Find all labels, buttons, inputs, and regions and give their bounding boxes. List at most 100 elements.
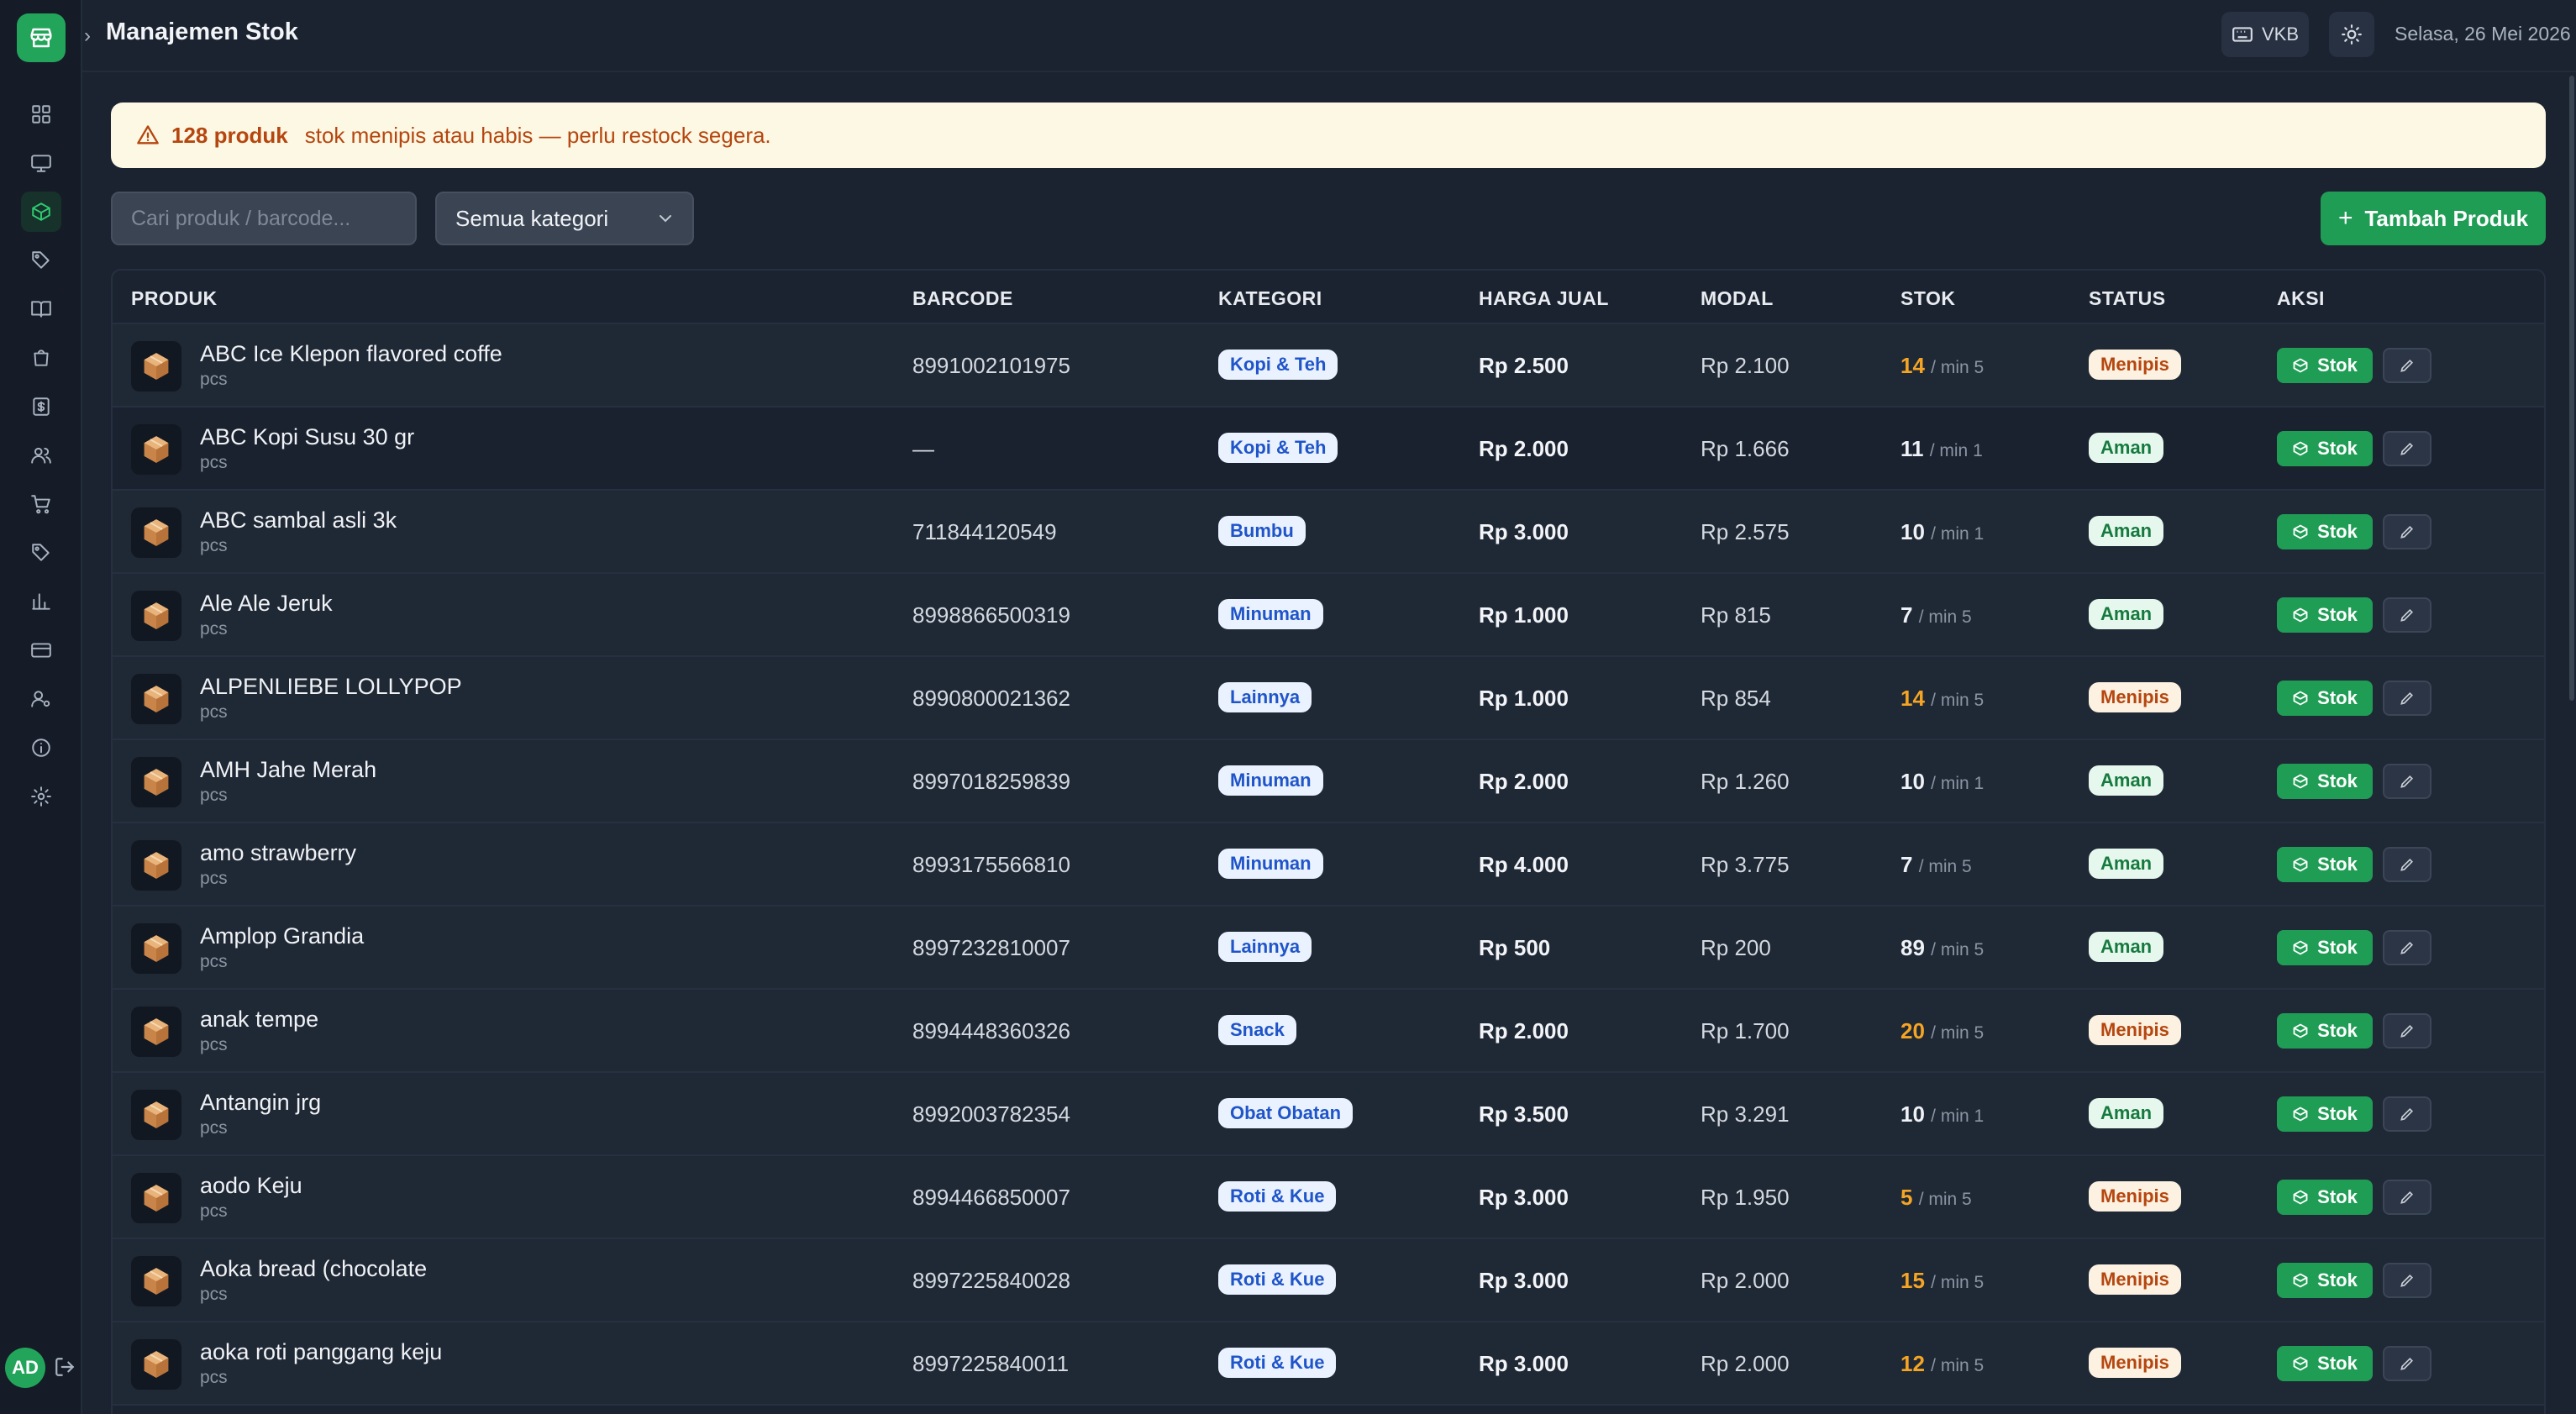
sidebar-item-chart[interactable] [21, 581, 61, 622]
sidebar-item-dashboard[interactable] [21, 94, 61, 134]
virtual-keyboard-button[interactable]: VKB [2221, 12, 2309, 57]
stock-button[interactable]: Stok [2277, 1263, 2373, 1298]
box-icon [2293, 774, 2308, 789]
package-icon [144, 602, 169, 629]
edit-button[interactable] [2383, 1346, 2431, 1381]
sidebar-item-user-settings[interactable] [21, 679, 61, 719]
store-logo-icon[interactable] [17, 13, 66, 62]
stock-minimum: / min 5 [1931, 1356, 1985, 1375]
product-name: Antangin jrg [200, 1090, 322, 1115]
edit-button[interactable] [2383, 348, 2431, 383]
stock-level: 10 / min 1 [1900, 519, 1984, 545]
product-name: ABC Kopi Susu 30 gr [200, 424, 415, 449]
stock-button[interactable]: Stok [2277, 1346, 2373, 1381]
category-badge: Obat Obatan [1218, 1098, 1354, 1128]
col-header-status: STATUS [2089, 287, 2166, 309]
product-unit: pcs [200, 1118, 228, 1138]
sidebar-item-tag[interactable] [21, 240, 61, 281]
package-icon [144, 519, 169, 546]
stock-level: 7 / min 5 [1900, 852, 1972, 878]
edit-button[interactable] [2383, 1096, 2431, 1132]
category-select[interactable]: Semua kategori [435, 192, 694, 245]
pencil-icon [2400, 525, 2414, 539]
selling-price: Rp 500 [1479, 935, 1551, 960]
stock-button[interactable]: Stok [2277, 1013, 2373, 1049]
stock-minimum: / min 5 [1931, 1273, 1985, 1292]
tag-icon [32, 251, 50, 269]
sidebar-item-tag-2[interactable] [21, 533, 61, 573]
selling-price: Rp 3.000 [1479, 1268, 1569, 1293]
table-row: ABC sambal asli 3k pcs 711844120549 Bumbu Rp… [113, 491, 2544, 574]
selling-price: Rp 1.000 [1479, 602, 1569, 628]
stock-button[interactable]: Stok [2277, 681, 2373, 716]
sidebar-item-book[interactable] [21, 289, 61, 329]
stock-button[interactable]: Stok [2277, 597, 2373, 633]
cost-price: Rp 2.100 [1701, 353, 1790, 378]
search-input[interactable] [111, 192, 417, 245]
product-barcode: 8994448360326 [912, 1018, 1070, 1043]
stock-button-label: Stok [2317, 1186, 2358, 1207]
edit-button[interactable] [2383, 764, 2431, 799]
edit-button[interactable] [2383, 1263, 2431, 1298]
stock-button[interactable]: Stok [2277, 764, 2373, 799]
box-icon [2293, 441, 2308, 456]
sidebar-item-users[interactable] [21, 435, 61, 476]
sidebar-item-info[interactable] [21, 728, 61, 768]
product-thumbnail [131, 840, 181, 891]
edit-button[interactable] [2383, 930, 2431, 965]
table-row: aodo Keju pcs 8994466850007 Roti & Kue Rp 3.… [113, 1156, 2544, 1239]
add-product-button[interactable]: + Tambah Produk [2321, 192, 2546, 245]
stock-count: 15 [1900, 1268, 1925, 1293]
edit-button[interactable] [2383, 597, 2431, 633]
sidebar-item-card[interactable] [21, 630, 61, 670]
stock-button-label: Stok [2317, 1353, 2358, 1374]
page-scrollbar[interactable] [2569, 76, 2574, 701]
stock-button-label: Stok [2317, 770, 2358, 791]
status-badge: Menipis [2089, 350, 2181, 380]
category-badge: Roti & Kue [1218, 1348, 1337, 1378]
sidebar-item-cart[interactable] [21, 484, 61, 524]
stock-count: 11 [1900, 436, 1924, 461]
edit-button[interactable] [2383, 1013, 2431, 1049]
page-title: Manajemen Stok [106, 18, 298, 45]
keyboard-label: VKB [2261, 24, 2300, 45]
cost-price: Rp 1.950 [1701, 1185, 1790, 1210]
sidebar-item-box[interactable] [21, 192, 61, 232]
package-icon [144, 686, 169, 712]
theme-toggle-button[interactable] [2329, 12, 2374, 57]
stock-button[interactable]: Stok [2277, 1096, 2373, 1132]
edit-button[interactable] [2383, 847, 2431, 882]
stock-button[interactable]: Stok [2277, 431, 2373, 466]
edit-button[interactable] [2383, 1180, 2431, 1215]
stock-level: 5 / min 5 [1900, 1185, 1972, 1211]
stock-minimum: / min 5 [1918, 1190, 1972, 1209]
col-header-category: KATEGORI [1218, 287, 1322, 309]
avatar[interactable]: AD [5, 1348, 45, 1388]
product-unit: pcs [200, 619, 228, 639]
stock-button[interactable]: Stok [2277, 514, 2373, 549]
breadcrumb-chevron-icon[interactable]: › [82, 24, 97, 49]
status-badge: Aman [2089, 849, 2164, 879]
stock-button[interactable]: Stok [2277, 1180, 2373, 1215]
stock-button-label: Stok [2317, 854, 2358, 875]
stock-minimum: / min 1 [1931, 1106, 1985, 1126]
sidebar-item-monitor[interactable] [21, 143, 61, 183]
sidebar-item-gear[interactable] [21, 776, 61, 817]
box-icon [2293, 1023, 2308, 1038]
product-barcode: 8992003782354 [912, 1101, 1070, 1127]
sidebar-item-dollar[interactable] [21, 386, 61, 427]
category-badge: Kopi & Teh [1218, 433, 1338, 463]
stock-button[interactable]: Stok [2277, 930, 2373, 965]
stock-button[interactable]: Stok [2277, 348, 2373, 383]
product-thumbnail [131, 424, 181, 475]
gear-icon [31, 786, 51, 807]
edit-button[interactable] [2383, 514, 2431, 549]
stock-button[interactable]: Stok [2277, 847, 2373, 882]
edit-button[interactable] [2383, 681, 2431, 716]
edit-button[interactable] [2383, 431, 2431, 466]
logout-icon[interactable] [54, 1356, 77, 1380]
cart-icon [31, 495, 50, 514]
status-badge: Aman [2089, 433, 2164, 463]
product-name: ALPENLIEBE LOLLYPOP [200, 674, 462, 699]
sidebar-item-bag[interactable] [21, 338, 61, 378]
